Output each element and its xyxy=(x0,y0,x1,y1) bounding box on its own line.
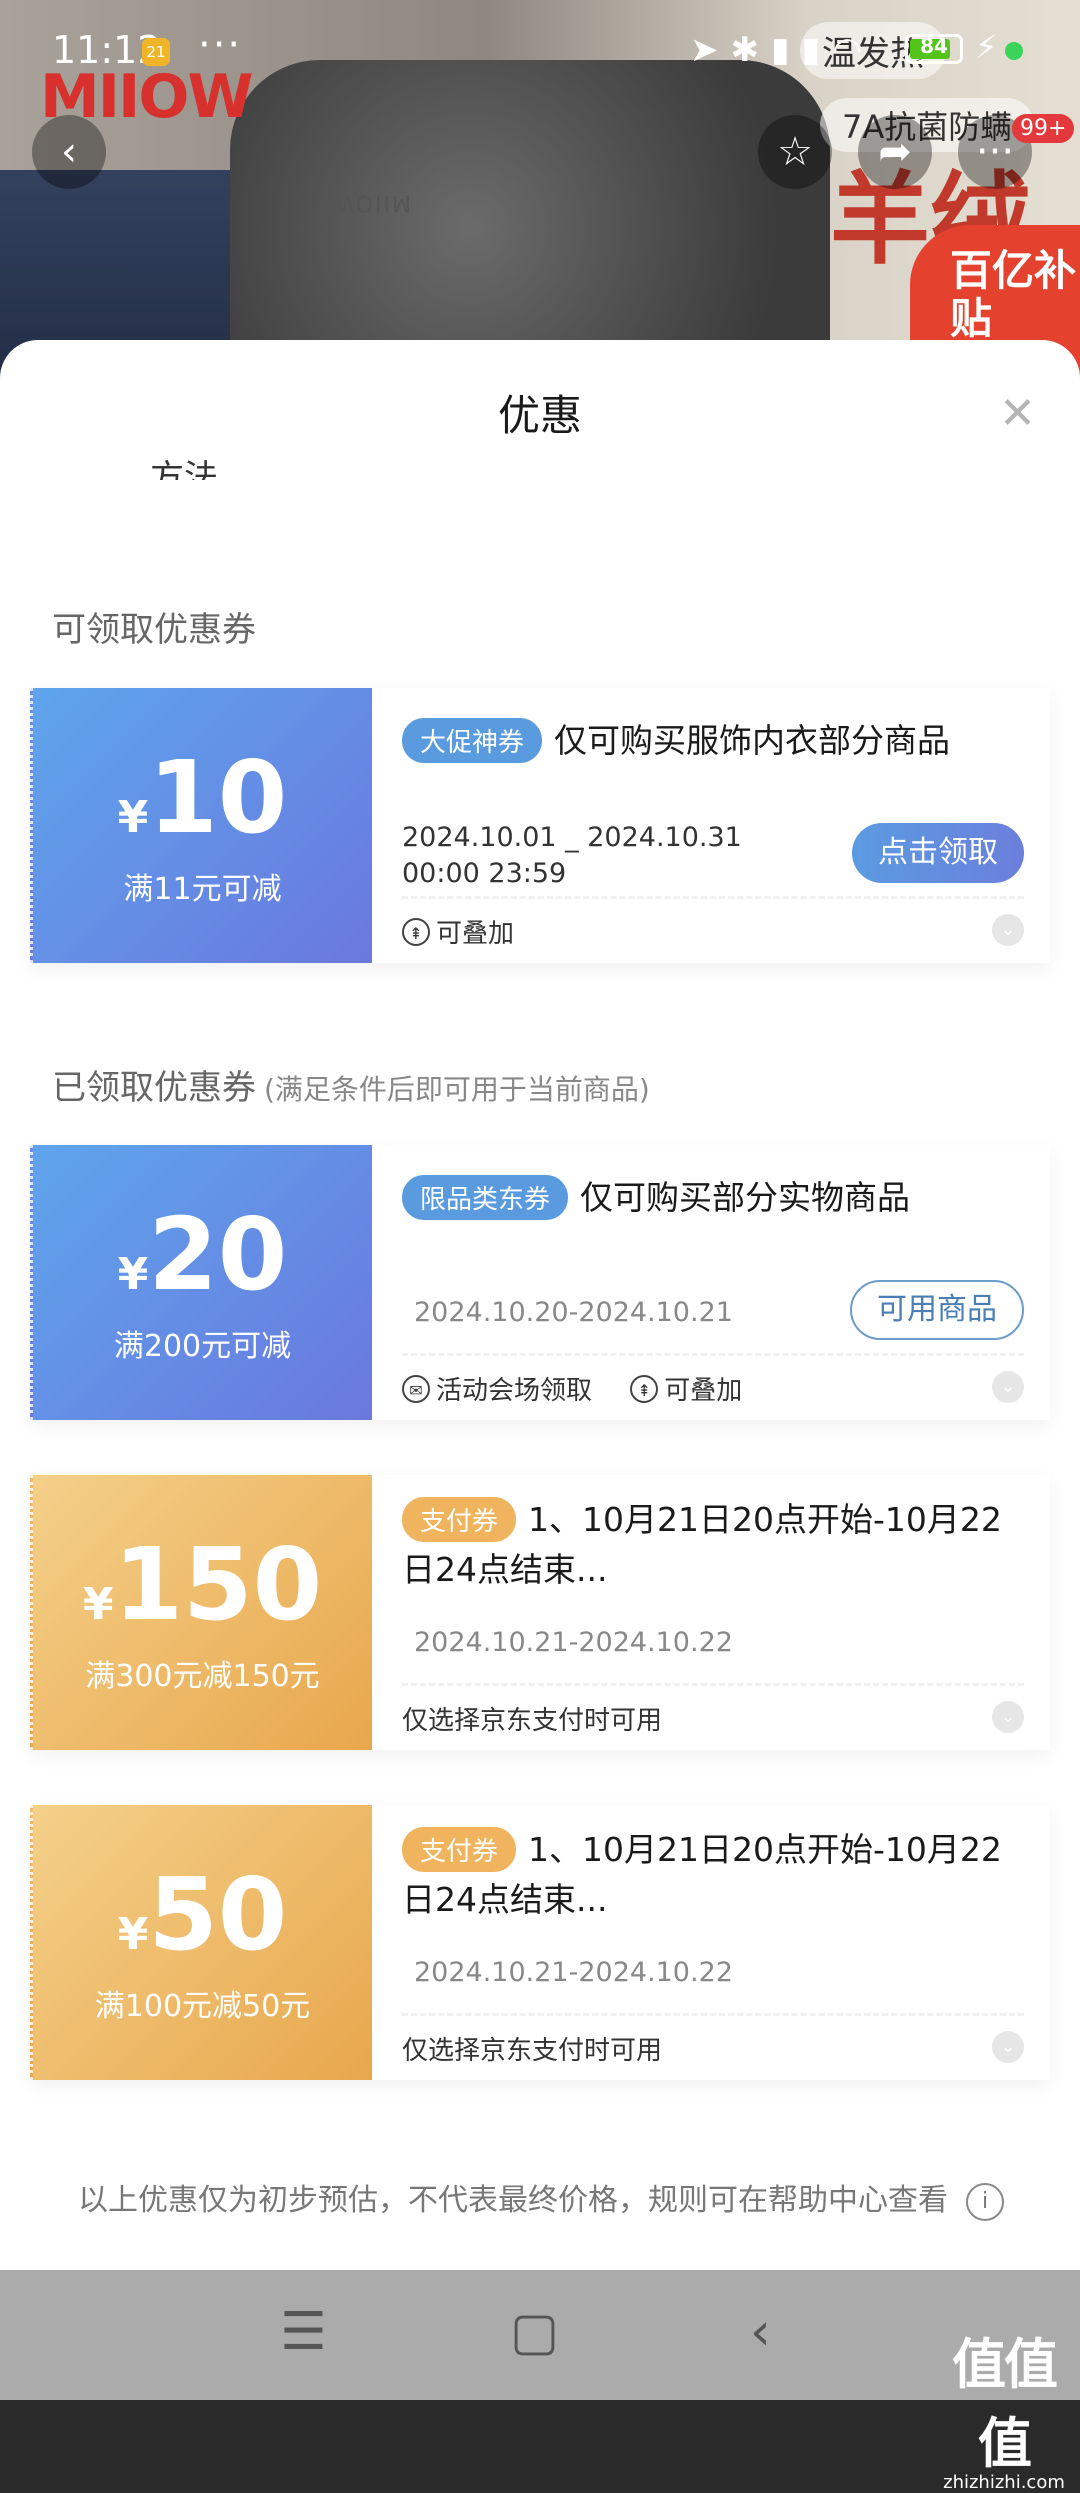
close-icon[interactable]: ✕ xyxy=(999,388,1036,439)
coupon-foot-item: 可叠加 xyxy=(664,1376,743,1406)
favorite-button[interactable]: ☆ xyxy=(758,115,832,189)
coupon-amount-panel: ¥50 满100元减50元 xyxy=(30,1805,372,2080)
coupon-amount: 50 xyxy=(148,1856,288,1973)
status-bar: 11:12 21 ··· ➤✱▮▮◠ 84 ⚡ xyxy=(0,0,1080,100)
charging-icon: ⚡ xyxy=(975,28,998,66)
chevron-down-icon[interactable]: ⌄ xyxy=(992,1371,1024,1403)
coupon-tag: 支付券 xyxy=(402,1827,517,1873)
coupon-validity: 2024.10.20-2024.10.21 xyxy=(414,1297,733,1328)
back-button[interactable]: ‹ xyxy=(32,115,106,189)
message-count-badge: 99+ xyxy=(1012,114,1075,143)
coupon-amount-panel: ¥20 满200元可减 xyxy=(30,1145,372,1420)
claim-coupon-button[interactable]: 点击领取 xyxy=(852,823,1024,883)
coupon-foot-item: 仅选择京东支付时可用 xyxy=(402,2036,663,2066)
menu-icon[interactable]: ☰ xyxy=(280,2302,327,2362)
product-scarf-image xyxy=(230,60,830,380)
home-icon[interactable]: ▢ xyxy=(510,2302,559,2362)
chevron-down-icon[interactable]: ⌄ xyxy=(992,2031,1024,2063)
section-title-claimed: 已领取优惠券 (满足条件后即可用于当前商品) xyxy=(52,1068,650,1108)
currency-symbol: ¥ xyxy=(117,1249,149,1300)
coupon-title: 仅可购买服饰内衣部分商品 xyxy=(554,721,951,760)
coupon-amount: 10 xyxy=(148,739,288,856)
privacy-indicator-icon xyxy=(1005,42,1023,60)
system-navigation-bar: ☰ ▢ ‹ xyxy=(0,2270,1080,2400)
watermark: 值值值 zhizhizhi.com xyxy=(928,2320,1080,2493)
section-subtitle: (满足条件后即可用于当前商品) xyxy=(264,1073,650,1106)
info-icon[interactable]: i xyxy=(966,2182,1004,2221)
currency-symbol: ¥ xyxy=(82,1579,114,1630)
coupon-tag: 支付券 xyxy=(402,1497,517,1543)
disclaimer: 以上优惠仅为初步预估，不代表最终价格，规则可在帮助中心查看 i xyxy=(78,2175,1004,2221)
coupon-condition: 满300元减150元 xyxy=(85,1659,320,1694)
coupon-foot-item: 活动会场领取 xyxy=(436,1376,593,1406)
chevron-down-icon[interactable]: ⌄ xyxy=(992,914,1024,946)
watermark-url: zhizhizhi.com xyxy=(943,2472,1065,2493)
coupon-foot-item: 仅选择京东支付时可用 xyxy=(402,1706,663,1736)
stackable-icon: ⇞ xyxy=(630,1374,659,1403)
battery-icon: 84 xyxy=(905,34,963,64)
battery-level: 84 xyxy=(920,34,948,58)
coupon-tag: 大促神券 xyxy=(402,718,543,764)
coupon-amount: 20 xyxy=(148,1196,288,1313)
coupon-card: ¥150 满300元减150元 支付券 1、10月21日20点开始-10月22日2… xyxy=(30,1475,1050,1750)
applicable-goods-button[interactable]: 可用商品 xyxy=(850,1280,1024,1340)
notification-badge: 21 xyxy=(142,38,170,66)
disclaimer-text: 以上优惠仅为初步预估，不代表最终价格，规则可在帮助中心查看 xyxy=(78,2183,948,2218)
coupon-validity: 2024.10.21-2024.10.22 xyxy=(414,1627,733,1658)
back-icon[interactable]: ‹ xyxy=(750,2302,771,2362)
currency-symbol: ¥ xyxy=(117,792,149,843)
coupon-condition: 满200元可减 xyxy=(113,1329,292,1364)
coupon-card: ¥20 满200元可减 限品类东券 仅可购买部分实物商品 2024.10.20-2… xyxy=(30,1145,1050,1420)
section-title-available: 可领取优惠券 xyxy=(52,610,256,650)
share-button[interactable]: ➦ xyxy=(858,115,932,189)
sheet-title: 优惠 xyxy=(497,391,582,440)
coupon-title: 仅可购买部分实物商品 xyxy=(580,1178,911,1217)
chevron-down-icon[interactable]: ⌄ xyxy=(992,1701,1024,1733)
coupon-tag: 限品类东券 xyxy=(402,1175,569,1221)
coupon-amount-panel: ¥10 满11元可减 xyxy=(30,688,372,963)
currency-symbol: ¥ xyxy=(117,1909,149,1960)
venue-icon: ✉ xyxy=(402,1374,430,1403)
coupon-foot-item: 可叠加 xyxy=(436,919,515,949)
more-notifications-icon: ··· xyxy=(198,22,243,68)
coupon-amount: 150 xyxy=(113,1526,323,1643)
discount-sheet: 优惠 ✕ 方法 可领取优惠券 ¥10 满11元可减 大促神券 仅可购买服饰内衣部分… xyxy=(0,340,1080,2270)
truncated-text: 方法 xyxy=(150,458,218,480)
coupon-condition: 满11元可减 xyxy=(123,872,282,907)
stackable-icon: ⇞ xyxy=(402,917,430,946)
coupon-card: ¥10 满11元可减 大促神券 仅可购买服饰内衣部分商品 2024.10.01 _… xyxy=(30,688,1050,963)
coupon-validity: 2024.10.01 _ 2024.10.31 00:00 23:59 xyxy=(402,822,742,890)
coupon-amount-panel: ¥150 满300元减150元 xyxy=(30,1475,372,1750)
coupon-condition: 满100元减50元 xyxy=(94,1989,311,2024)
coupon-validity: 2024.10.21-2024.10.22 xyxy=(414,1957,733,1988)
scarf-logo: MIIOW xyxy=(330,190,412,215)
coupon-card: ¥50 满100元减50元 支付券 1、10月21日20点开始-10月22日24点… xyxy=(30,1805,1050,2080)
status-icons: ➤✱▮▮◠ xyxy=(690,30,875,70)
watermark-logo: 值值值 xyxy=(952,2333,1058,2475)
